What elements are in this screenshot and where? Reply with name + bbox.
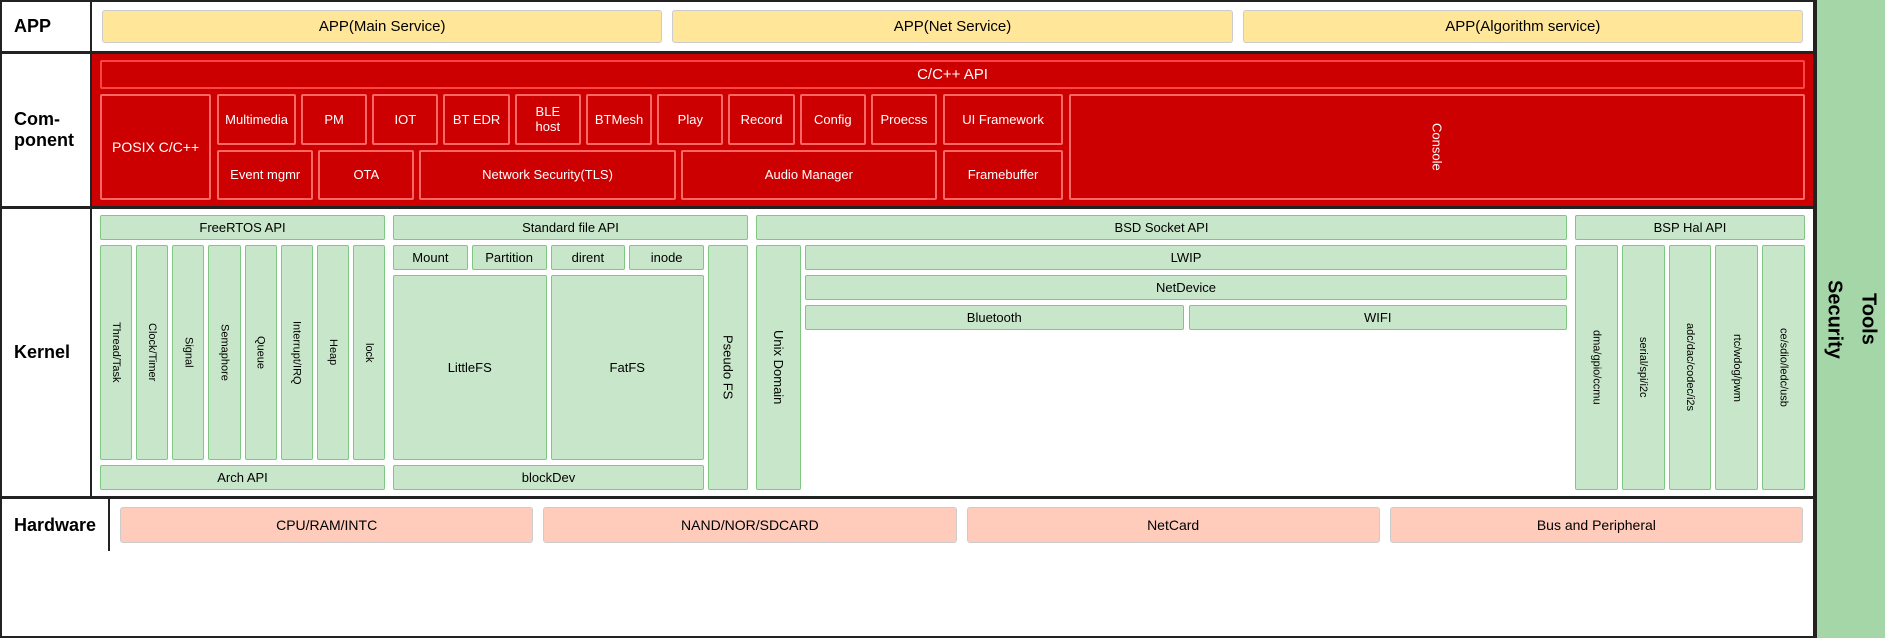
- k-queue: Queue: [245, 245, 277, 460]
- arch-api-label: Arch API: [100, 465, 385, 490]
- bsp-api-label: BSP Hal API: [1575, 215, 1805, 240]
- main-content: APP APP(Main Service) APP(Net Service) A…: [0, 0, 1815, 638]
- c-config: Config: [800, 94, 866, 145]
- right-bars: Security Tools: [1815, 0, 1885, 638]
- app-layer: APP APP(Main Service) APP(Net Service) A…: [2, 2, 1813, 54]
- app-label: APP: [2, 2, 92, 51]
- hw-bus: Bus and Peripheral: [1390, 507, 1803, 543]
- hw-nand: NAND/NOR/SDCARD: [543, 507, 956, 543]
- bsd-outer: Unix Domain LWIP NetDevice Bluetooth WIF…: [756, 245, 1567, 490]
- c-framebuffer: Framebuffer: [943, 150, 1063, 201]
- k-interrupt-irq: Interrupt/IRQ: [281, 245, 313, 460]
- k-partition: Partition: [472, 245, 547, 270]
- app-box-algo: APP(Algorithm service): [1243, 10, 1803, 43]
- app-boxes: APP(Main Service) APP(Net Service) APP(A…: [92, 2, 1813, 51]
- k-bluetooth: Bluetooth: [805, 305, 1184, 330]
- c-blehost: BLE host: [515, 94, 581, 145]
- k-thread-task: Thread/Task: [100, 245, 132, 460]
- app-box-net: APP(Net Service): [672, 10, 1232, 43]
- hardware-boxes: CPU/RAM/INTC NAND/NOR/SDCARD NetCard Bus…: [110, 499, 1813, 551]
- hw-cpu: CPU/RAM/INTC: [120, 507, 533, 543]
- k-semaphore: Semaphore: [208, 245, 240, 460]
- c-middle: Multimedia PM IOT BT EDR BLE host BTMesh…: [217, 94, 937, 200]
- fs-row1: Mount Partition dirent inode: [393, 245, 704, 270]
- c-btedr: BT EDR: [443, 94, 509, 145]
- k-lock: lock: [353, 245, 385, 460]
- k-netdevice: NetDevice: [805, 275, 1567, 300]
- posix-item: POSIX C/C++: [100, 94, 211, 200]
- hardware-label: Hardware: [2, 499, 110, 551]
- tools-bar: Tools: [1851, 0, 1885, 638]
- c-proecss: Proecss: [871, 94, 937, 145]
- c-ota: OTA: [318, 150, 414, 201]
- k-bsp-rtc: rtc/wdog/pwm: [1715, 245, 1758, 490]
- c-row2: Event mgmr OTA Network Security(TLS) Aud…: [217, 150, 937, 201]
- c-play: Play: [657, 94, 723, 145]
- k-mount: Mount: [393, 245, 468, 270]
- hardware-layer: Hardware CPU/RAM/INTC NAND/NOR/SDCARD Ne…: [2, 499, 1813, 551]
- bsp-section: BSP Hal API dma/gpio/ccmu serial/spi/i2c…: [1575, 215, 1805, 490]
- bsp-items: dma/gpio/ccmu serial/spi/i2c adc/dac/cod…: [1575, 245, 1805, 490]
- c-rows: POSIX C/C++ Multimedia PM IOT BT EDR BLE…: [100, 94, 1805, 200]
- bsd-api-label: BSD Socket API: [756, 215, 1567, 240]
- c-netsec: Network Security(TLS): [419, 150, 675, 201]
- c-multimedia: Multimedia: [217, 94, 296, 145]
- stdfile-section: Standard file API Mount Partition dirent…: [393, 215, 748, 490]
- k-unix-domain: Unix Domain: [756, 245, 801, 490]
- c-ui-framework: UI Framework: [943, 94, 1063, 145]
- k-dirent: dirent: [551, 245, 626, 270]
- k-fatfs: FatFS: [551, 275, 705, 460]
- k-bsp-dma: dma/gpio/ccmu: [1575, 245, 1618, 490]
- freertos-api-label: FreeRTOS API: [100, 215, 385, 240]
- bsd-section: BSD Socket API Unix Domain LWIP NetDevic…: [756, 215, 1567, 490]
- fs-grid: Mount Partition dirent inode LittleFS Fa…: [393, 245, 704, 490]
- hw-netcard: NetCard: [967, 507, 1380, 543]
- k-inode: inode: [629, 245, 704, 270]
- security-bar: Security: [1817, 0, 1851, 638]
- kernel-label: Kernel: [2, 209, 92, 496]
- c-row1: Multimedia PM IOT BT EDR BLE host BTMesh…: [217, 94, 937, 145]
- k-wifi: WIFI: [1189, 305, 1568, 330]
- k-littlefs: LittleFS: [393, 275, 547, 460]
- k-blockdev: blockDev: [393, 465, 704, 490]
- bsd-inner: LWIP NetDevice Bluetooth WIFI: [805, 245, 1567, 490]
- freertos-section: FreeRTOS API Thread/Task Clock/Timer Sig…: [100, 215, 385, 490]
- freertos-inner: Thread/Task Clock/Timer Signal Semaphore…: [100, 245, 385, 460]
- stdfile-api-label: Standard file API: [393, 215, 748, 240]
- k-lwip: LWIP: [805, 245, 1567, 270]
- bsd-row: Bluetooth WIFI: [805, 305, 1567, 330]
- stdfile-inner: Mount Partition dirent inode LittleFS Fa…: [393, 245, 748, 490]
- c-right: UI Framework Framebuffer: [943, 94, 1063, 200]
- c-record: Record: [728, 94, 794, 145]
- c-pm: PM: [301, 94, 367, 145]
- k-clock-timer: Clock/Timer: [136, 245, 168, 460]
- app-box-main: APP(Main Service): [102, 10, 662, 43]
- c-console: Console: [1069, 94, 1805, 200]
- c-api-bar: C/C++ API: [100, 60, 1805, 89]
- component-label: Com- ponent: [2, 54, 92, 206]
- kernel-layer: Kernel FreeRTOS API Thread/Task Clock/Ti…: [2, 209, 1813, 499]
- k-bsp-serial: serial/spi/i2c: [1622, 245, 1665, 490]
- k-pseudofs: Pseudo FS: [708, 245, 748, 490]
- k-signal: Signal: [172, 245, 204, 460]
- c-iot: IOT: [372, 94, 438, 145]
- c-btmesh: BTMesh: [586, 94, 652, 145]
- k-bsp-adc: adc/dac/codec/i2s: [1669, 245, 1712, 490]
- k-heap: Heap: [317, 245, 349, 460]
- k-bsp-ce: ce/sdio/ledc/usb: [1762, 245, 1805, 490]
- component-layer: Com- ponent C/C++ API POSIX C/C++ Multim…: [2, 54, 1813, 209]
- fs-row2: LittleFS FatFS: [393, 275, 704, 460]
- component-content: C/C++ API POSIX C/C++ Multimedia PM IOT …: [92, 54, 1813, 206]
- c-eventmgmr: Event mgmr: [217, 150, 313, 201]
- kernel-content: FreeRTOS API Thread/Task Clock/Timer Sig…: [92, 209, 1813, 496]
- c-audiomgr: Audio Manager: [681, 150, 937, 201]
